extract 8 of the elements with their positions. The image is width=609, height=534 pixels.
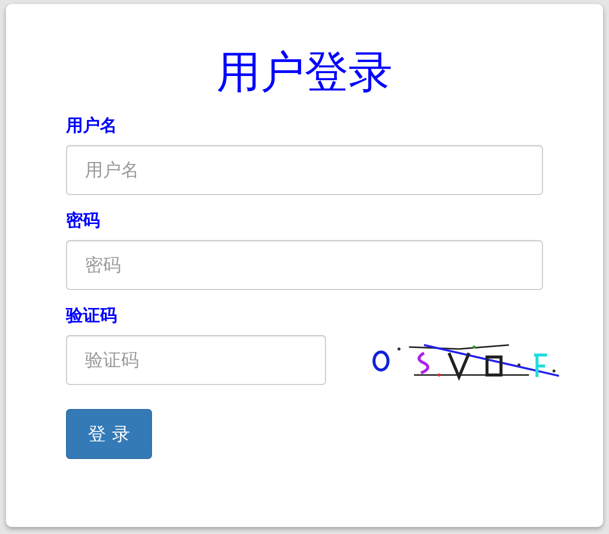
input-field[interactable]: 密码: [66, 240, 543, 290]
field-label: 密码: [66, 210, 100, 232]
input-field[interactable]: 验证码: [66, 335, 326, 385]
login-button[interactable]: 登 录: [66, 409, 152, 459]
field-label: 用户名: [66, 115, 117, 137]
login-title: 用户登录: [216, 46, 394, 100]
field-label: 验证码: [66, 305, 117, 327]
input-field[interactable]: 用户名: [66, 145, 543, 195]
